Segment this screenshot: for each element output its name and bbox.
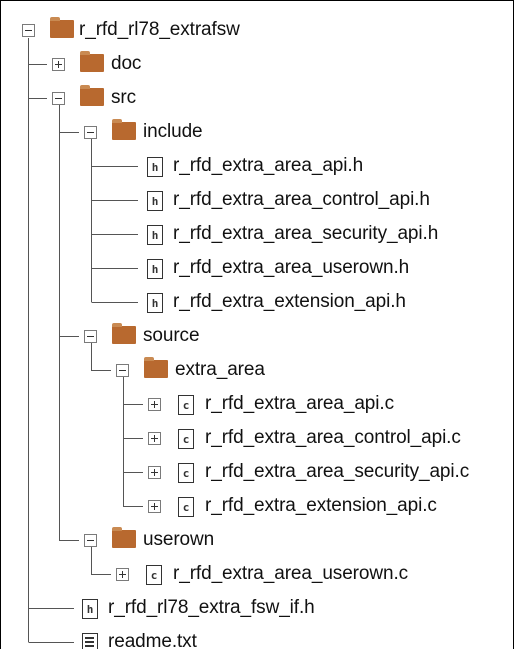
header-file-icon: h bbox=[147, 293, 163, 313]
header-file-icon: h bbox=[147, 225, 163, 245]
tree-item-label[interactable]: readme.txt bbox=[108, 625, 197, 649]
collapse-toggle-source[interactable] bbox=[84, 330, 97, 343]
header-file-icon: h bbox=[147, 191, 163, 211]
tree-item-label[interactable]: r_rfd_rl78_extra_fsw_if.h bbox=[108, 591, 315, 625]
tree-item-label[interactable]: r_rfd_extra_area_control_api.c bbox=[205, 421, 461, 455]
tree-item-label[interactable]: r_rfd_extra_area_control_api.h bbox=[173, 183, 430, 217]
collapse-toggle-extra-area[interactable] bbox=[116, 364, 129, 377]
expand-toggle[interactable] bbox=[116, 568, 129, 581]
folder-icon bbox=[112, 119, 136, 140]
header-file-icon: h bbox=[147, 259, 163, 279]
folder-icon bbox=[112, 323, 136, 344]
tree-item-label[interactable]: doc bbox=[111, 47, 141, 81]
c-file-icon: c bbox=[178, 463, 194, 483]
expand-toggle[interactable] bbox=[148, 432, 161, 445]
tree-item-label[interactable]: src bbox=[111, 81, 136, 115]
expand-toggle-doc[interactable] bbox=[52, 58, 65, 71]
folder-icon bbox=[112, 527, 136, 548]
header-file-icon: h bbox=[147, 157, 163, 177]
tree-item-label[interactable]: r_rfd_extra_extension_api.h bbox=[173, 285, 406, 319]
tree-item-label[interactable]: r_rfd_extra_area_userown.c bbox=[173, 557, 408, 591]
tree-item-label[interactable]: r_rfd_extra_area_api.c bbox=[205, 387, 394, 421]
tree-item-label[interactable]: include bbox=[143, 115, 203, 149]
c-file-icon: c bbox=[178, 395, 194, 415]
c-file-icon: c bbox=[178, 429, 194, 449]
tree-item-label[interactable]: r_rfd_extra_area_security_api.c bbox=[205, 455, 469, 489]
collapse-toggle-root[interactable] bbox=[22, 24, 35, 37]
tree-item-label[interactable]: r_rfd_extra_area_security_api.h bbox=[173, 217, 438, 251]
file-tree-panel: r_rfd_rl78_extrafsw doc src include h r_… bbox=[0, 0, 514, 649]
collapse-toggle-include[interactable] bbox=[84, 126, 97, 139]
folder-icon bbox=[80, 85, 104, 106]
tree-connector-lines bbox=[28, 38, 143, 643]
tree-item-label[interactable]: source bbox=[143, 319, 200, 353]
expand-toggle[interactable] bbox=[148, 398, 161, 411]
tree-item-label[interactable]: r_rfd_extra_extension_api.c bbox=[205, 489, 437, 523]
header-file-icon: h bbox=[82, 599, 98, 619]
tree-item-label[interactable]: r_rfd_rl78_extrafsw bbox=[79, 13, 240, 47]
collapse-toggle-src[interactable] bbox=[52, 92, 65, 105]
tree-item-label[interactable]: r_rfd_extra_area_api.h bbox=[173, 149, 363, 183]
folder-icon bbox=[50, 17, 74, 38]
text-file-icon bbox=[82, 633, 98, 649]
expand-toggle[interactable] bbox=[148, 466, 161, 479]
tree-item-label[interactable]: r_rfd_extra_area_userown.h bbox=[173, 251, 409, 285]
folder-icon bbox=[144, 357, 168, 378]
folder-icon bbox=[80, 51, 104, 72]
c-file-icon: c bbox=[178, 497, 194, 517]
tree-item-label[interactable]: extra_area bbox=[175, 353, 265, 387]
tree-item-label[interactable]: userown bbox=[143, 523, 214, 557]
collapse-toggle-userown[interactable] bbox=[84, 534, 97, 547]
c-file-icon: c bbox=[146, 565, 162, 585]
expand-toggle[interactable] bbox=[148, 500, 161, 513]
